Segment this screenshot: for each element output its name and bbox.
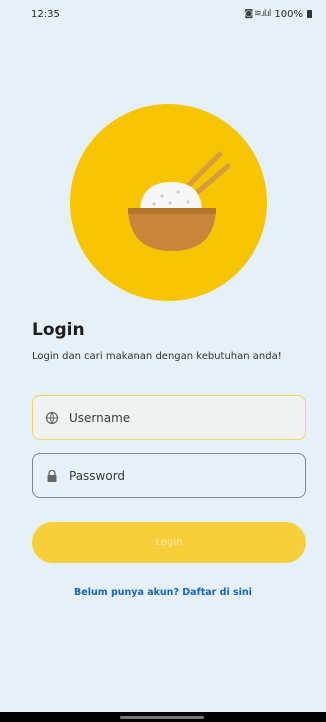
- page-title: Login: [32, 320, 85, 340]
- username-field[interactable]: [32, 395, 306, 440]
- battery-icon: [307, 10, 312, 18]
- rice-bowl-illustration: [70, 104, 267, 301]
- status-bar: 12:35 ◙ ≋.ıl.ıl 100%: [0, 0, 326, 28]
- login-button[interactable]: Login: [32, 522, 306, 563]
- status-icons: ◙ ≋.ıl.ıl 100%: [245, 9, 312, 20]
- username-input[interactable]: [69, 410, 289, 425]
- register-link[interactable]: Belum punya akun? Daftar di sini: [0, 587, 326, 598]
- status-time: 12:35: [31, 8, 60, 20]
- globe-user-icon: [45, 411, 59, 425]
- rice-bowl-icon: [128, 151, 231, 251]
- home-handle[interactable]: [120, 716, 204, 719]
- lock-icon: [45, 469, 59, 483]
- password-field[interactable]: [32, 453, 306, 498]
- signal-icon: ◙ ≋.ıl.ıl: [244, 9, 272, 19]
- page-subtitle: Login dan cari makanan dengan kebutuhan …: [32, 351, 282, 362]
- password-input[interactable]: [69, 468, 289, 483]
- battery-text: 100%: [274, 8, 303, 20]
